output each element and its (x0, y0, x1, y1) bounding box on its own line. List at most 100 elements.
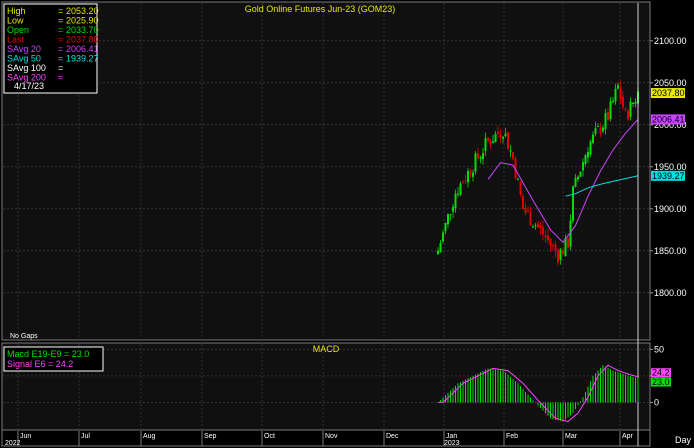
candle-body-39 (534, 225, 537, 227)
candle-body-6 (452, 206, 454, 212)
candle-body-15 (474, 153, 477, 172)
month-label-9: Mar (565, 433, 578, 440)
price-panel (1, 1, 651, 341)
no-gaps-note: No Gaps (10, 333, 38, 340)
candle-body-29 (509, 150, 512, 152)
candle-body-54 (572, 186, 574, 221)
candle-body-47 (554, 244, 557, 252)
info-eq-5: = (58, 54, 63, 64)
candle-body-17 (479, 157, 482, 159)
month-label-7: Jan (446, 433, 457, 440)
candle-body-9 (459, 183, 462, 196)
info-label-5: SAvg 50 (7, 54, 41, 64)
candle-body-21 (489, 141, 492, 145)
candle-body-19 (484, 138, 487, 151)
price-tag-label-1: 2006.41 (652, 114, 685, 124)
candle-body-30 (512, 152, 514, 159)
macd-tick-label-0: 0 (654, 397, 659, 407)
candle-body-22 (492, 141, 494, 144)
info-eq-4: = (58, 44, 63, 54)
candle-body-3 (444, 222, 447, 232)
macd-tags: 24.223.0 (651, 368, 671, 387)
info-label-0: High (7, 6, 26, 16)
candle-body-78 (632, 102, 634, 104)
candle-body-64 (597, 126, 599, 128)
candle-body-50 (562, 250, 564, 254)
info-label-4: SAvg 20 (7, 44, 41, 54)
chart-canvas: Gold Online Futures Jun-23 (GOM23) High =… (0, 0, 694, 448)
info-value-2: 2033.70 (66, 25, 99, 35)
candle-body-75 (624, 109, 627, 111)
info-value-4: 2006.41 (66, 44, 99, 54)
info-value-1: 2025.90 (66, 16, 99, 26)
info-label-6: SAvg 100 (7, 63, 46, 73)
candle-body-11 (464, 180, 467, 182)
candle-body-49 (559, 249, 562, 261)
year-label-0: 2022 (5, 440, 21, 447)
period-label[interactable]: Day (675, 435, 692, 445)
month-label-1: Jul (81, 433, 90, 440)
candle-body-25 (499, 134, 502, 138)
candle-body-71 (614, 88, 617, 102)
candle-body-59 (584, 155, 587, 164)
month-label-5: Nov (325, 433, 338, 440)
candle-body-73 (619, 86, 622, 99)
candle-body-32 (517, 178, 519, 180)
macd-legend-0: Macd E19-E9 = 23.0 (7, 349, 89, 359)
info-eq-6: = (58, 63, 63, 73)
candle-body-72 (617, 85, 619, 89)
macd-title: MACD (313, 344, 340, 354)
info-eq-7: = (58, 73, 63, 83)
price-tick-label-1: 1850.00 (654, 246, 687, 256)
candle-body-26 (502, 136, 504, 139)
info-value-3: 2037.80 (66, 35, 99, 45)
candle-body-23 (494, 133, 497, 143)
candle-body-18 (482, 153, 484, 160)
month-label-2: Aug (143, 433, 156, 440)
candle-body-48 (557, 250, 559, 263)
month-label-8: Feb (506, 433, 518, 440)
macd-legend: Macd E19-E9 = 23.0Signal E6 = 24.2 (3, 346, 104, 372)
macd-tag-label-1: 23.0 (652, 377, 670, 387)
month-label-10: Apr (622, 433, 634, 440)
candle-body-8 (457, 193, 459, 195)
candle-body-33 (519, 181, 522, 195)
candle-body-62 (592, 134, 594, 143)
candle-body-0 (437, 250, 439, 255)
candle-body-13 (469, 170, 472, 175)
info-eq-2: = (58, 25, 63, 35)
info-label-1: Low (7, 16, 24, 26)
month-label-4: Oct (264, 433, 275, 440)
info-value-0: 2053.20 (66, 6, 99, 16)
candle-body-70 (612, 100, 614, 103)
candle-body-69 (609, 101, 612, 120)
candle-body-63 (594, 128, 597, 134)
candle-body-35 (524, 207, 527, 213)
candle-body-52 (567, 238, 569, 248)
candle-body-79 (634, 101, 637, 104)
candle-body-43 (544, 235, 547, 238)
price-tick-label-0: 1800.00 (654, 288, 687, 298)
year-label-1: 2023 (444, 440, 460, 447)
price-tick-label-5: 2050.00 (654, 78, 687, 88)
month-label-0: Jun (20, 433, 31, 440)
candle-body-56 (577, 176, 579, 180)
info-box: High = 2053.20Low = 2025.90Open = 2033.70Last =… (3, 3, 99, 94)
candle-body-38 (532, 226, 534, 228)
candle-body-1 (439, 243, 442, 253)
candle-body-60 (587, 152, 589, 158)
info-label-2: Open (7, 25, 29, 35)
info-date: 4/17/23 (14, 81, 44, 91)
month-label-3: Sep (204, 433, 217, 440)
candle-body-4 (447, 214, 449, 225)
candle-body-12 (467, 170, 469, 183)
price-tick-label-2: 1900.00 (654, 204, 687, 214)
candle-body-40 (537, 223, 539, 228)
candle-body-28 (507, 131, 509, 150)
candle-body-58 (582, 161, 584, 171)
price-tag-label-0: 2037.80 (652, 88, 685, 98)
candle-body-55 (574, 177, 577, 187)
candle-body-68 (607, 111, 609, 121)
info-eq-3: = (58, 35, 63, 45)
candle-body-41 (539, 225, 542, 229)
